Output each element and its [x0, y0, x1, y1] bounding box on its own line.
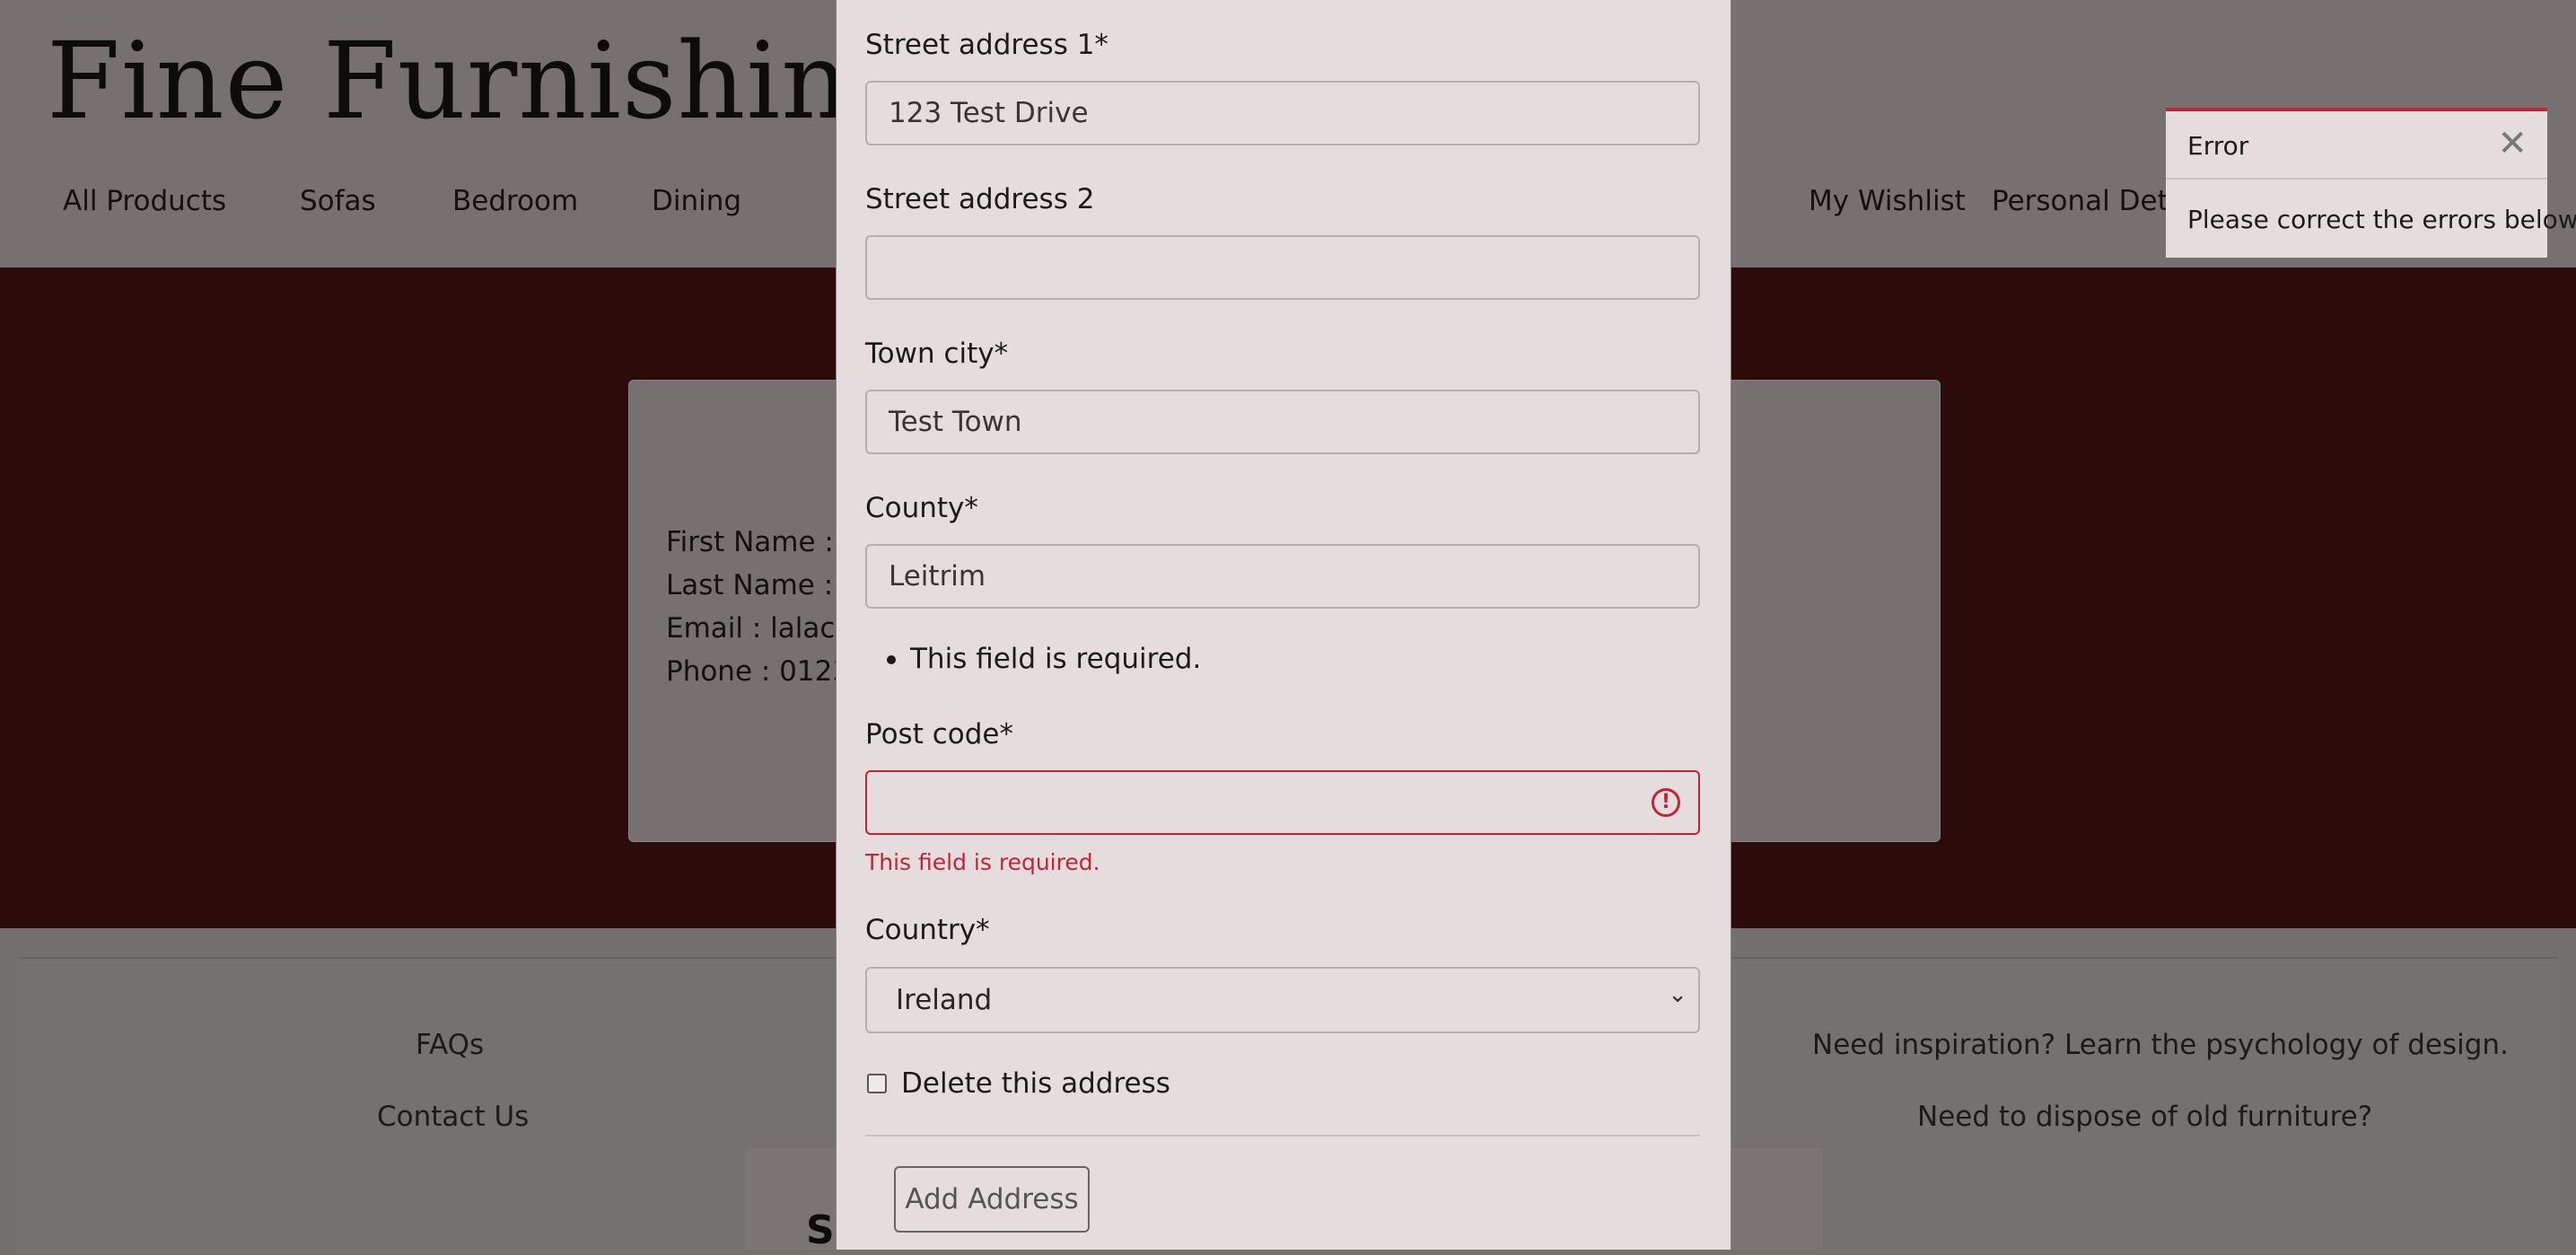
- street2-label: Street address 2: [865, 183, 1095, 215]
- form-divider: [865, 1135, 1700, 1137]
- footer-link-contact[interactable]: Contact Us: [377, 1101, 529, 1133]
- toast-title: Error: [2187, 131, 2249, 161]
- close-icon[interactable]: ✕: [2497, 124, 2528, 163]
- county-input[interactable]: [865, 544, 1700, 609]
- nav-my-wishlist[interactable]: My Wishlist: [1809, 185, 1966, 217]
- footer-link-dispose[interactable]: Need to dispose of old furniture?: [1917, 1101, 2372, 1133]
- error-toast: Error ✕ Please correct the errors below.: [2166, 108, 2576, 258]
- nav-sofas[interactable]: Sofas: [300, 185, 376, 217]
- street1-input[interactable]: [865, 81, 1700, 145]
- town-input[interactable]: [865, 390, 1700, 454]
- postcode-input[interactable]: [865, 770, 1700, 835]
- county-error-item: This field is required.: [887, 643, 1202, 675]
- delete-address-label[interactable]: Delete this address: [901, 1067, 1170, 1100]
- profile-first-name: First Name :: [666, 526, 834, 558]
- nav-all-products[interactable]: All Products: [63, 185, 226, 217]
- chevron-down-icon: ⌄: [1668, 981, 1687, 1008]
- error-exclamation-icon: !: [1652, 788, 1680, 817]
- delete-address-checkbox[interactable]: [867, 1074, 887, 1093]
- postcode-label: Post code*: [865, 718, 1013, 750]
- profile-last-name: Last Name :: [666, 569, 834, 601]
- add-address-button[interactable]: Add Address: [894, 1166, 1090, 1233]
- toast-message: Please correct the errors below.: [2187, 205, 2576, 234]
- country-selected-value: Ireland: [896, 984, 993, 1016]
- nav-bedroom[interactable]: Bedroom: [452, 185, 578, 217]
- town-label: Town city*: [865, 338, 1009, 370]
- footer-link-inspiration[interactable]: Need inspiration? Learn the psychology o…: [1812, 1029, 2509, 1061]
- nav-dining[interactable]: Dining: [652, 185, 741, 217]
- country-label: Country*: [865, 914, 990, 946]
- bullet-dot-icon: [887, 655, 896, 664]
- address-modal: Street address 1* Street address 2 Town …: [836, 0, 1731, 1250]
- profile-email: Email : lalace: [666, 612, 853, 645]
- postcode-error-text: This field is required.: [865, 849, 1100, 875]
- toast-divider: [2166, 178, 2547, 180]
- county-error-text: This field is required.: [910, 643, 1202, 675]
- nav-personal-details[interactable]: Personal Deta: [1992, 185, 2186, 217]
- country-select[interactable]: Ireland ⌄: [865, 967, 1700, 1033]
- footer-link-faqs[interactable]: FAQs: [416, 1029, 484, 1061]
- county-label: County*: [865, 492, 978, 524]
- street1-label: Street address 1*: [865, 29, 1108, 61]
- street2-input[interactable]: [865, 235, 1700, 300]
